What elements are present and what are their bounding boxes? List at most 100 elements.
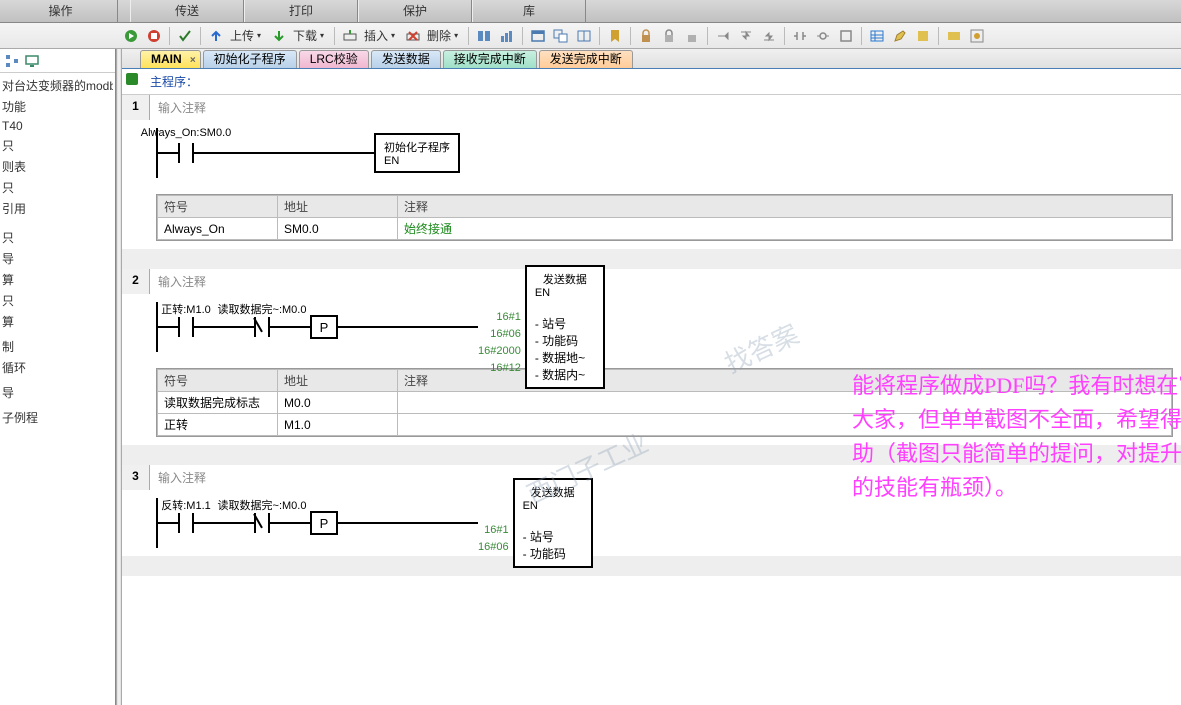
function-box[interactable]: 发送数据EN- 站号- 功能码- 数据地~- 数据内~	[525, 265, 605, 389]
editor-area: MAIN×初始化子程序LRC校验发送数据接收完成中断发送完成中断 主程序： 1 …	[122, 49, 1181, 705]
monitor-icon[interactable]	[24, 53, 40, 68]
coil-icon[interactable]	[812, 25, 834, 47]
program-tab[interactable]: MAIN×	[140, 50, 201, 68]
table-row[interactable]: Always_OnSM0.0始终接通	[158, 218, 1172, 240]
symbol-table: 符号地址注释Always_OnSM0.0始终接通	[156, 194, 1173, 241]
menu-transfer[interactable]: 传送	[130, 0, 244, 22]
window1-icon[interactable]	[527, 25, 549, 47]
hex-value: 16#06	[478, 328, 525, 345]
lock3-icon[interactable]	[681, 25, 703, 47]
sidebar-item[interactable]: 循环	[2, 357, 113, 378]
status-marker	[126, 73, 138, 85]
program-title: 主程序：	[122, 69, 1181, 95]
hex-value: 16#2000	[478, 345, 525, 362]
menu-bar: 操作 传送 打印 保护 库	[0, 0, 1181, 23]
contact-icon[interactable]	[789, 25, 811, 47]
sidebar-item[interactable]: 只	[2, 177, 113, 198]
window3-icon[interactable]	[573, 25, 595, 47]
delete-label[interactable]: 删除	[425, 27, 453, 44]
network-number: 2	[122, 269, 150, 294]
network-number: 3	[122, 465, 150, 490]
sidebar-item[interactable]: 导	[2, 248, 113, 269]
menu-print[interactable]: 打印	[244, 0, 358, 22]
delete-dropdown[interactable]: ▾	[454, 31, 464, 40]
sidebar-item[interactable]: 子例程	[2, 407, 113, 428]
table-icon[interactable]	[866, 25, 888, 47]
sidebar-item[interactable]: 对台达变频器的modbu	[2, 75, 113, 96]
toolbar: 上传 ▾ 下载 ▾ 插入 ▾ 删除 ▾	[0, 23, 1181, 49]
close-icon[interactable]: ×	[190, 53, 196, 69]
sidebar-item[interactable]: 只	[2, 290, 113, 311]
contact[interactable]: Always_On:SM0.0	[178, 143, 194, 163]
menu-operate[interactable]: 操作	[4, 0, 118, 22]
program-tab[interactable]: 接收完成中断	[443, 50, 537, 68]
ladder-body[interactable]: Always_On:SM0.0 初始化子程序EN	[122, 120, 1181, 186]
sidebar-item[interactable]: T40	[2, 117, 113, 135]
hex-value: 16#12	[478, 362, 525, 379]
block-icon[interactable]	[473, 25, 495, 47]
sidebar-item[interactable]: 功能	[2, 96, 113, 117]
function-box[interactable]: 初始化子程序EN	[374, 133, 460, 173]
upload-icon[interactable]	[205, 25, 227, 47]
sidebar-item[interactable]: 导	[2, 382, 113, 403]
hex-value: 16#1	[478, 311, 525, 328]
download-label[interactable]: 下载	[291, 27, 319, 44]
sidebar-item[interactable]: 则表	[2, 156, 113, 177]
pulse-box[interactable]: P	[310, 511, 338, 535]
contact[interactable]: 读取数据完~:M0.0	[254, 317, 270, 337]
edit-icon[interactable]	[889, 25, 911, 47]
download-dropdown[interactable]: ▾	[320, 31, 330, 40]
program-tab[interactable]: 发送完成中断	[539, 50, 633, 68]
window2-icon[interactable]	[550, 25, 572, 47]
tree-icon[interactable]	[4, 53, 20, 68]
branch-down-icon[interactable]	[735, 25, 757, 47]
sidebar: 对台达变频器的modbu功能T40只则表只引用只导算只算制循环导子例程	[0, 49, 116, 705]
bookmark-icon[interactable]	[604, 25, 626, 47]
user-annotation: 能将程序做成PDF吗？我有时想在官网请教大家，但单单截图不全面，希望得到大家帮助…	[852, 369, 1181, 505]
hex-value: 16#1	[478, 524, 513, 541]
pulse-box[interactable]: P	[310, 315, 338, 339]
box-icon[interactable]	[835, 25, 857, 47]
contact[interactable]: 反转:M1.1	[178, 513, 194, 533]
network-comment[interactable]: 输入注释	[150, 95, 1181, 120]
tool3-icon[interactable]	[966, 25, 988, 47]
hex-value: 16#06	[478, 541, 513, 558]
sidebar-item[interactable]: 只	[2, 227, 113, 248]
program-tabs: MAIN×初始化子程序LRC校验发送数据接收完成中断发送完成中断	[122, 49, 1181, 69]
tool1-icon[interactable]	[912, 25, 934, 47]
lock2-icon[interactable]	[658, 25, 680, 47]
sidebar-item[interactable]: 引用	[2, 198, 113, 219]
sidebar-item[interactable]: 制	[2, 336, 113, 357]
upload-dropdown[interactable]: ▾	[257, 31, 267, 40]
insert-label[interactable]: 插入	[362, 27, 390, 44]
network-number: 1	[122, 95, 150, 120]
branch-right-icon[interactable]	[712, 25, 734, 47]
program-tab[interactable]: 发送数据	[371, 50, 441, 68]
stop-icon[interactable]	[143, 25, 165, 47]
insert-dropdown[interactable]: ▾	[391, 31, 401, 40]
menu-protect[interactable]: 保护	[358, 0, 472, 22]
contact[interactable]: 读取数据完~:M0.0	[254, 513, 270, 533]
sidebar-item[interactable]: 算	[2, 269, 113, 290]
menu-library[interactable]: 库	[472, 0, 586, 22]
run-icon[interactable]	[120, 25, 142, 47]
sidebar-item[interactable]: 只	[2, 135, 113, 156]
insert-icon[interactable]	[339, 25, 361, 47]
contact[interactable]: 正转:M1.0	[178, 317, 194, 337]
tool2-icon[interactable]	[943, 25, 965, 47]
compile-icon[interactable]	[174, 25, 196, 47]
function-box[interactable]: 发送数据EN- 站号- 功能码	[513, 478, 593, 568]
download-icon[interactable]	[268, 25, 290, 47]
program-tab[interactable]: 初始化子程序	[203, 50, 297, 68]
program-tab[interactable]: LRC校验	[299, 50, 369, 68]
ladder-body[interactable]: 正转:M1.0读取数据完~:M0.0P16#116#0616#200016#12…	[122, 294, 1181, 360]
network: 1 输入注释 Always_On:SM0.0 初始化子程序EN 符号地址注释Alway…	[122, 95, 1181, 269]
program-body: 主程序： 1 输入注释 Always_On:SM0.0 初始化子程序EN 符号地址注释…	[122, 69, 1181, 705]
network-comment[interactable]: 输入注释	[150, 269, 1181, 294]
chart-icon[interactable]	[496, 25, 518, 47]
lock1-icon[interactable]	[635, 25, 657, 47]
upload-label[interactable]: 上传	[228, 27, 256, 44]
delete-icon[interactable]	[402, 25, 424, 47]
sidebar-item[interactable]: 算	[2, 311, 113, 332]
branch-up-icon[interactable]	[758, 25, 780, 47]
